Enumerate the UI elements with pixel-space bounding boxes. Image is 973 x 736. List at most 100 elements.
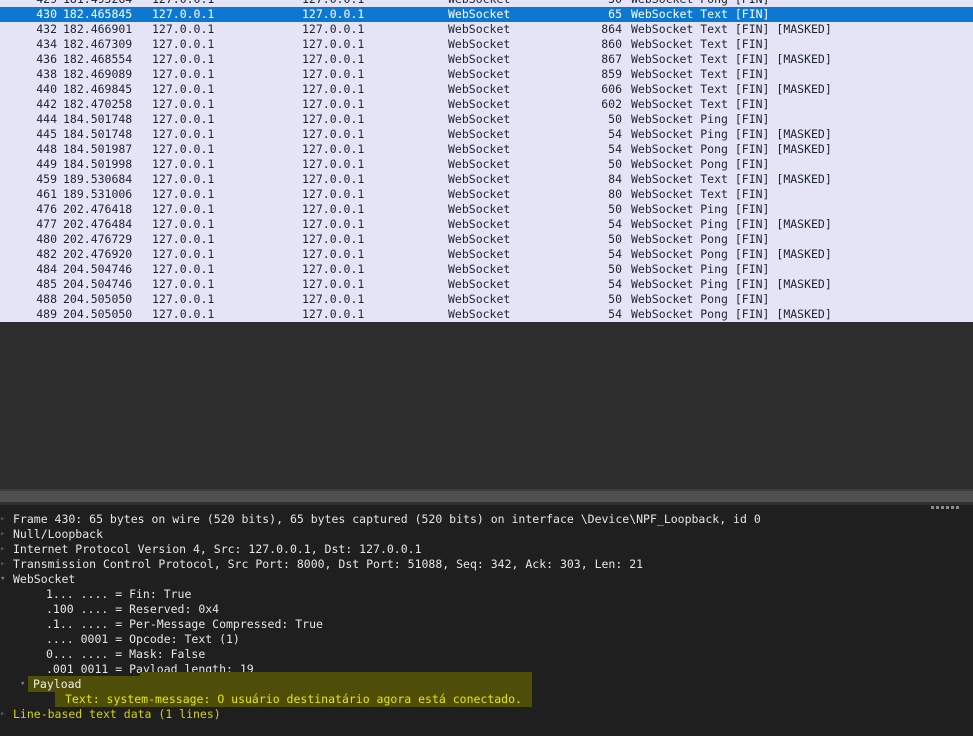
- cell-no: 429: [0, 0, 57, 7]
- packet-row-488[interactable]: 488204.505050127.0.0.1127.0.0.1WebSocket…: [0, 292, 973, 307]
- cell-no: 445: [0, 127, 57, 142]
- detail-text: Frame 430: 65 bytes on wire (520 bits), …: [13, 512, 761, 527]
- cell-len: 50: [540, 112, 622, 127]
- chevron-right-icon[interactable]: ▸: [0, 512, 5, 527]
- chevron-right-icon[interactable]: ▸: [0, 542, 5, 557]
- packet-row-484[interactable]: 484204.504746127.0.0.1127.0.0.1WebSocket…: [0, 262, 973, 277]
- detail-text: 1... .... = Fin: True: [46, 587, 191, 602]
- cell-len: 602: [540, 97, 622, 112]
- packet-row-476[interactable]: 476202.476418127.0.0.1127.0.0.1WebSocket…: [0, 202, 973, 217]
- packet-list-pane[interactable]: 429181.495264127.0.0.1127.0.0.1WebSocket…: [0, 0, 973, 322]
- packet-row-438[interactable]: 438182.469089127.0.0.1127.0.0.1WebSocket…: [0, 67, 973, 82]
- cell-proto: WebSocket: [448, 262, 510, 277]
- detail-row-ws-mask[interactable]: 0... .... = Mask: False: [0, 647, 973, 662]
- cell-time: 182.469089: [63, 67, 132, 82]
- cell-no: 489: [0, 307, 57, 322]
- cell-dst: 127.0.0.1: [302, 172, 364, 187]
- detail-row-websocket[interactable]: ▾WebSocket: [0, 572, 973, 587]
- cell-no: 430: [0, 7, 57, 22]
- cell-no: 449: [0, 157, 57, 172]
- packet-row-430[interactable]: 430182.465845127.0.0.1127.0.0.1WebSocket…: [0, 7, 973, 22]
- cell-no: 485: [0, 277, 57, 292]
- cell-time: 202.476729: [63, 232, 132, 247]
- detail-row-null-loopback[interactable]: ▸Null/Loopback: [0, 527, 973, 542]
- packet-row-432[interactable]: 432182.466901127.0.0.1127.0.0.1WebSocket…: [0, 22, 973, 37]
- packet-row-429[interactable]: 429181.495264127.0.0.1127.0.0.1WebSocket…: [0, 0, 973, 7]
- detail-row-ws-payload[interactable]: ▾Payload: [0, 677, 973, 692]
- chevron-down-icon[interactable]: ▾: [20, 677, 25, 692]
- cell-dst: 127.0.0.1: [302, 37, 364, 52]
- detail-text: Transmission Control Protocol, Src Port:…: [13, 557, 643, 572]
- packet-row-442[interactable]: 442182.470258127.0.0.1127.0.0.1WebSocket…: [0, 97, 973, 112]
- packet-row-436[interactable]: 436182.468554127.0.0.1127.0.0.1WebSocket…: [0, 52, 973, 67]
- packet-details-pane[interactable]: ▸ Frame 430: 65 bytes on wire (520 bits),…: [0, 505, 973, 736]
- detail-row-line-based-data[interactable]: ▸Line-based text data (1 lines): [0, 707, 973, 722]
- cell-info: WebSocket Ping [FIN] [MASKED]: [631, 277, 832, 292]
- cell-info: WebSocket Ping [FIN]: [631, 112, 769, 127]
- cell-dst: 127.0.0.1: [302, 187, 364, 202]
- cell-info: WebSocket Text [FIN] [MASKED]: [631, 22, 832, 37]
- cell-time: 182.468554: [63, 52, 132, 67]
- packet-row-477[interactable]: 477202.476484127.0.0.1127.0.0.1WebSocket…: [0, 217, 973, 232]
- cell-info: WebSocket Text [FIN]: [631, 7, 769, 22]
- chevron-down-icon[interactable]: ▾: [0, 572, 5, 587]
- cell-src: 127.0.0.1: [152, 82, 214, 97]
- cell-src: 127.0.0.1: [152, 307, 214, 322]
- packet-row-448[interactable]: 448184.501987127.0.0.1127.0.0.1WebSocket…: [0, 142, 973, 157]
- detail-row-ws-fin[interactable]: 1... .... = Fin: True: [0, 587, 973, 602]
- chevron-right-icon[interactable]: ▸: [0, 557, 5, 572]
- detail-row-ipv4[interactable]: ▸Internet Protocol Version 4, Src: 127.0…: [0, 542, 973, 557]
- cell-src: 127.0.0.1: [152, 217, 214, 232]
- packet-row-445[interactable]: 445184.501748127.0.0.1127.0.0.1WebSocket…: [0, 127, 973, 142]
- cell-info: WebSocket Pong [FIN]: [631, 292, 769, 307]
- packet-row-482[interactable]: 482202.476920127.0.0.1127.0.0.1WebSocket…: [0, 247, 973, 262]
- packet-row-440[interactable]: 440182.469845127.0.0.1127.0.0.1WebSocket…: [0, 82, 973, 97]
- cell-src: 127.0.0.1: [152, 262, 214, 277]
- detail-row-frame[interactable]: ▸ Frame 430: 65 bytes on wire (520 bits),…: [0, 512, 973, 527]
- detail-row-ws-compressed[interactable]: .1.. .... = Per-Message Compressed: True: [0, 617, 973, 632]
- packet-row-480[interactable]: 480202.476729127.0.0.1127.0.0.1WebSocket…: [0, 232, 973, 247]
- cell-src: 127.0.0.1: [152, 0, 214, 7]
- scrollbar-grip-icon[interactable]: [931, 506, 959, 509]
- cell-time: 182.469845: [63, 82, 132, 97]
- detail-row-ws-payload-text[interactable]: Text: system-message: O usuário destinat…: [0, 692, 973, 707]
- packet-row-485[interactable]: 485204.504746127.0.0.1127.0.0.1WebSocket…: [0, 277, 973, 292]
- cell-src: 127.0.0.1: [152, 7, 214, 22]
- packet-row-434[interactable]: 434182.467309127.0.0.1127.0.0.1WebSocket…: [0, 37, 973, 52]
- cell-no: 476: [0, 202, 57, 217]
- packet-row-461[interactable]: 461189.531006127.0.0.1127.0.0.1WebSocket…: [0, 187, 973, 202]
- cell-proto: WebSocket: [448, 247, 510, 262]
- detail-row-ws-opcode[interactable]: .... 0001 = Opcode: Text (1): [0, 632, 973, 647]
- cell-proto: WebSocket: [448, 0, 510, 7]
- pane-splitter[interactable]: [0, 489, 973, 505]
- packet-row-449[interactable]: 449184.501998127.0.0.1127.0.0.1WebSocket…: [0, 157, 973, 172]
- cell-len: 54: [540, 127, 622, 142]
- cell-src: 127.0.0.1: [152, 37, 214, 52]
- cell-info: WebSocket Ping [FIN] [MASKED]: [631, 217, 832, 232]
- detail-row-ws-reserved[interactable]: .100 .... = Reserved: 0x4: [0, 602, 973, 617]
- detail-text: Text: system-message: O usuário destinat…: [65, 692, 522, 707]
- cell-proto: WebSocket: [448, 307, 510, 322]
- chevron-right-icon[interactable]: ▸: [0, 707, 5, 722]
- cell-dst: 127.0.0.1: [302, 277, 364, 292]
- cell-no: 438: [0, 67, 57, 82]
- cell-len: 50: [540, 262, 622, 277]
- chevron-right-icon[interactable]: ▸: [0, 527, 5, 542]
- cell-src: 127.0.0.1: [152, 157, 214, 172]
- cell-proto: WebSocket: [448, 142, 510, 157]
- packet-row-444[interactable]: 444184.501748127.0.0.1127.0.0.1WebSocket…: [0, 112, 973, 127]
- cell-dst: 127.0.0.1: [302, 112, 364, 127]
- cell-info: WebSocket Text [FIN]: [631, 67, 769, 82]
- cell-no: 480: [0, 232, 57, 247]
- cell-no: 477: [0, 217, 57, 232]
- cell-proto: WebSocket: [448, 172, 510, 187]
- cell-dst: 127.0.0.1: [302, 142, 364, 157]
- cell-no: 444: [0, 112, 57, 127]
- detail-row-tcp[interactable]: ▸ Transmission Control Protocol, Src Port…: [0, 557, 973, 572]
- packet-row-459[interactable]: 459189.530684127.0.0.1127.0.0.1WebSocket…: [0, 172, 973, 187]
- cell-time: 204.504746: [63, 262, 132, 277]
- cell-time: 202.476920: [63, 247, 132, 262]
- cell-len: 80: [540, 187, 622, 202]
- packet-row-489[interactable]: 489204.505050127.0.0.1127.0.0.1WebSocket…: [0, 307, 973, 322]
- cell-len: 50: [540, 202, 622, 217]
